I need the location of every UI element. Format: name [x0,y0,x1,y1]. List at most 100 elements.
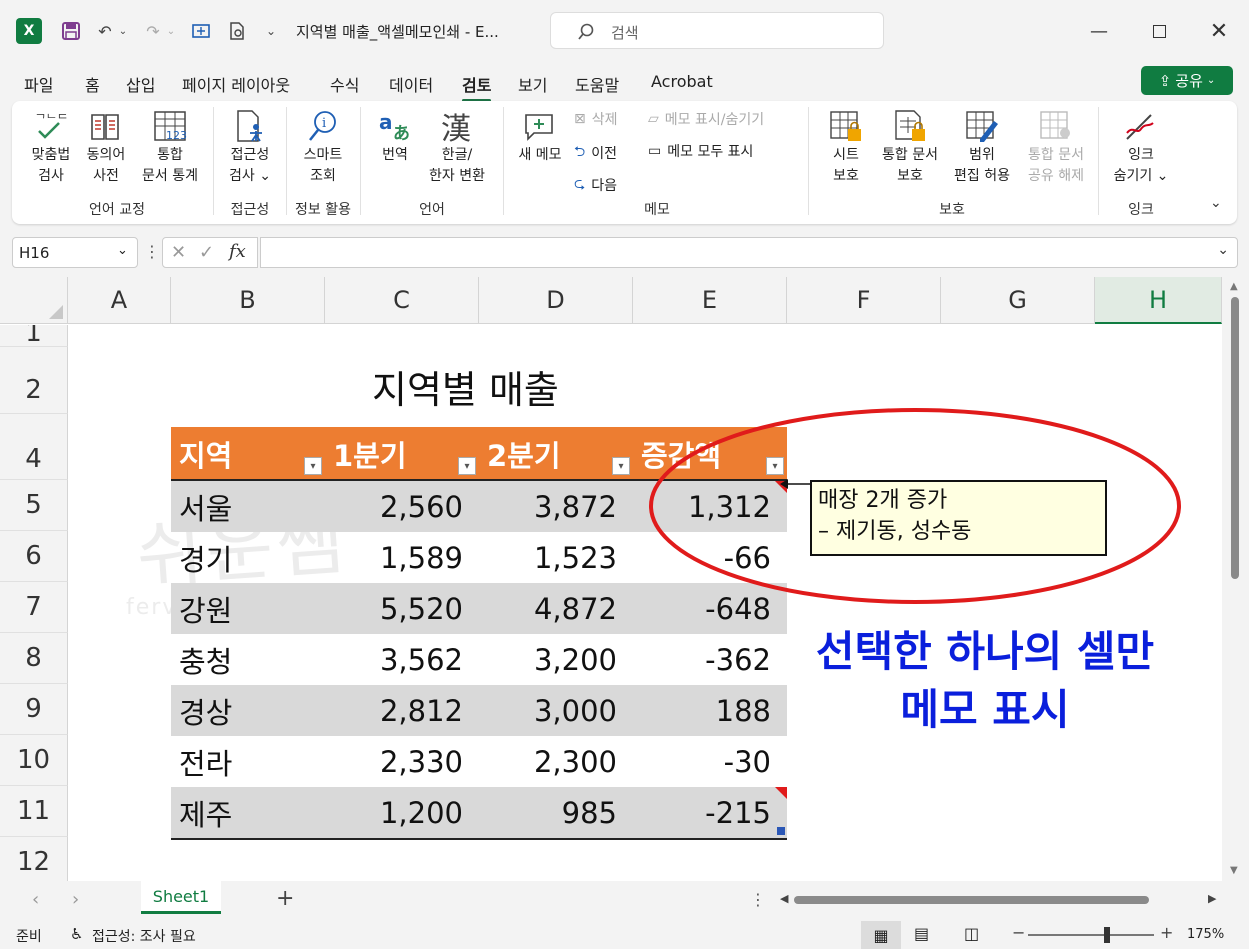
cell-q2[interactable]: 4,872 [479,583,633,634]
delete-comment-button[interactable]: ⊠ 삭제 [574,109,618,129]
search-box[interactable]: 검색 [550,12,884,49]
maximize-button[interactable] [1136,14,1182,48]
tab-help[interactable]: 도움말 [575,72,619,96]
vertical-scrollbar[interactable]: ▲ ▼ [1222,277,1249,881]
row-header[interactable]: 10 [0,735,68,786]
spelling-button[interactable]: ᄀᄂᄃ 맞춤법 검사 [20,109,82,187]
column-header-f[interactable]: F [787,277,941,324]
add-sheet-button[interactable]: + [276,886,294,911]
redo-icon[interactable]: ↷ [140,18,166,44]
protect-sheet-button[interactable]: 시트 보호 [816,109,876,187]
next-comment-button[interactable]: ⮎ 다음 [574,173,617,197]
cell-q1[interactable]: 2,560 [325,481,479,532]
expand-formula-icon[interactable]: ⌄ [1217,242,1229,258]
print-preview-icon[interactable] [224,18,250,44]
row-header[interactable]: 5 [0,480,68,531]
row-header[interactable]: 9 [0,684,68,735]
screenshot-icon[interactable] [188,18,214,44]
hanja-convert-button[interactable]: 漢 한글/ 한자 변환 [422,109,492,187]
column-header-e[interactable]: E [633,277,787,324]
cell-q1[interactable]: 3,562 [325,634,479,685]
tab-data[interactable]: 데이터 [389,72,433,96]
cell-q1[interactable]: 5,520 [325,583,479,634]
insert-function-button[interactable]: fx [229,241,246,262]
zoom-out-button[interactable]: − [1012,923,1025,942]
zoom-slider-thumb[interactable] [1104,927,1110,943]
new-comment-button[interactable]: 새 메모 [510,109,570,166]
undo-dropdown-icon[interactable]: ⌄ [116,18,130,44]
zoom-in-button[interactable]: + [1160,923,1173,942]
more-options-icon[interactable]: ⋮ [144,242,160,261]
cell-q2[interactable]: 985 [479,787,633,838]
row-header[interactable]: 8 [0,633,68,684]
row-header[interactable]: 6 [0,531,68,582]
cell-change[interactable]: -215 [633,787,787,838]
save-icon[interactable] [58,18,84,44]
tab-file[interactable]: 파일 [24,72,53,96]
row-header[interactable]: 2 [0,347,68,414]
formula-input[interactable]: ⌄ [260,237,1238,268]
cell-region[interactable]: 전라 [171,736,325,787]
accessibility-status[interactable]: 접근성: 조사 필요 [92,926,196,946]
cell-q1[interactable]: 2,812 [325,685,479,736]
cell-q2[interactable]: 3,872 [479,481,633,532]
vertical-scroll-thumb[interactable] [1231,297,1239,579]
tab-home[interactable]: 홈 [85,72,100,96]
enter-icon[interactable]: ✓ [199,242,214,263]
share-button[interactable]: ⇪ 공유 ⌄ [1141,66,1233,95]
filter-dropdown-icon[interactable]: ▾ [612,457,630,475]
next-sheet-icon[interactable]: › [72,889,79,910]
header-cell-q2[interactable]: 2분기 ▾ [479,427,633,480]
cell-change[interactable]: -30 [633,736,787,787]
sheet-tab-sheet1[interactable]: Sheet1 [141,881,221,914]
cell-q2[interactable]: 3,000 [479,685,633,736]
translate-button[interactable]: aあ 번역 [368,109,422,166]
row-header[interactable]: 1 [0,325,68,347]
cell-q1[interactable]: 2,330 [325,736,479,787]
cell-q1[interactable]: 1,589 [325,532,479,583]
column-header-b[interactable]: B [171,277,325,324]
cancel-icon[interactable]: ✕ [171,242,186,263]
cell-q2[interactable]: 3,200 [479,634,633,685]
column-header-h[interactable]: H [1095,277,1222,324]
undo-icon[interactable]: ↶ [92,18,118,44]
smart-lookup-button[interactable]: i 스마트 조회 [292,109,354,187]
worksheet[interactable]: A B C D E F G H 1 2 4 5 6 7 8 9 10 11 12… [0,277,1249,881]
scroll-up-icon[interactable]: ▲ [1230,281,1238,292]
normal-view-button[interactable]: ▦ [861,921,901,949]
zoom-level[interactable]: 175% [1187,927,1224,942]
select-all-corner[interactable] [0,277,68,324]
row-header[interactable]: 4 [0,414,68,480]
previous-comment-button[interactable]: ⮌ 이전 [574,141,617,165]
prev-sheet-icon[interactable]: ‹ [32,889,39,910]
header-cell-q1[interactable]: 1분기 ▾ [325,427,479,480]
customize-toolbar-icon[interactable]: ⌄ [258,18,284,44]
tab-formulas[interactable]: 수식 [330,72,359,96]
column-header-c[interactable]: C [325,277,479,324]
show-hide-comment-button[interactable]: ▱ 메모 표시/숨기기 [648,109,764,129]
close-button[interactable]: ✕ [1196,14,1242,48]
check-accessibility-button[interactable]: 접근성 검사 ⌄ [220,109,280,187]
thesaurus-button[interactable]: 동의어 사전 [80,109,132,187]
cell-region[interactable]: 경기 [171,532,325,583]
cell-region[interactable]: 강원 [171,583,325,634]
show-all-comments-button[interactable]: ▭ 메모 모두 표시 [648,141,753,161]
table-resize-handle[interactable] [777,827,785,835]
name-box[interactable]: H16 ⌄ [12,237,138,268]
row-header[interactable]: 11 [0,786,68,837]
horizontal-scrollbar[interactable]: ◀ ▶ [770,890,1225,910]
tab-page-layout[interactable]: 페이지 레이아웃 [182,72,290,96]
column-header-g[interactable]: G [941,277,1095,324]
allow-edit-ranges-button[interactable]: 범위 편집 허용 [946,109,1018,187]
cell-q2[interactable]: 1,523 [479,532,633,583]
cell-region[interactable]: 서울 [171,481,325,532]
protect-workbook-button[interactable]: 통합 문서 보호 [872,109,948,187]
cell-q2[interactable]: 2,300 [479,736,633,787]
header-cell-region[interactable]: 지역 ▾ [171,427,325,480]
tab-review[interactable]: 검토 [462,72,492,102]
filter-dropdown-icon[interactable]: ▾ [458,457,476,475]
scroll-left-icon[interactable]: ◀ [780,892,788,905]
cell-region[interactable]: 충청 [171,634,325,685]
cell-q1[interactable]: 1,200 [325,787,479,838]
comment-indicator-icon[interactable] [775,787,787,799]
